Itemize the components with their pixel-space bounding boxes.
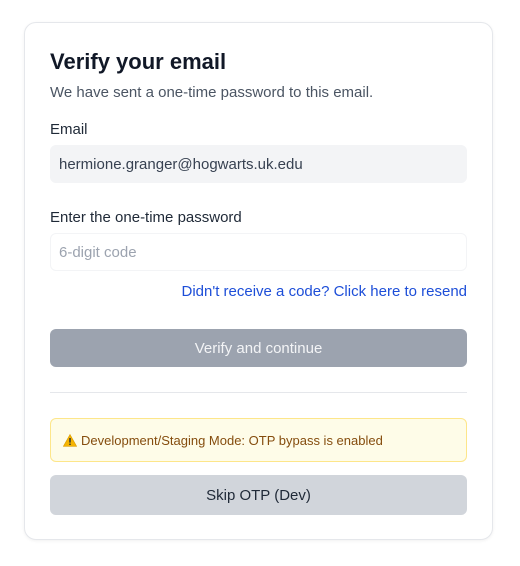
warning-icon xyxy=(63,433,77,447)
resend-code-link[interactable]: Didn't receive a code? Click here to res… xyxy=(181,283,467,300)
page-subtitle: We have sent a one-time password to this… xyxy=(50,84,374,101)
skip-otp-button[interactable]: Skip OTP (Dev) xyxy=(50,475,467,515)
verify-and-continue-button[interactable]: Verify and continue xyxy=(50,329,467,367)
verify-email-card: Verify your email We have sent a one-tim… xyxy=(24,22,493,540)
dev-mode-banner: Development/Staging Mode: OTP bypass is … xyxy=(50,418,467,462)
email-label: Email xyxy=(50,121,88,138)
email-field[interactable] xyxy=(50,145,467,183)
page-title: Verify your email xyxy=(50,49,227,74)
dev-mode-banner-text: Development/Staging Mode: OTP bypass is … xyxy=(81,432,383,448)
otp-label: Enter the one-time password xyxy=(50,209,242,226)
divider xyxy=(50,392,467,393)
otp-input[interactable] xyxy=(50,233,467,271)
